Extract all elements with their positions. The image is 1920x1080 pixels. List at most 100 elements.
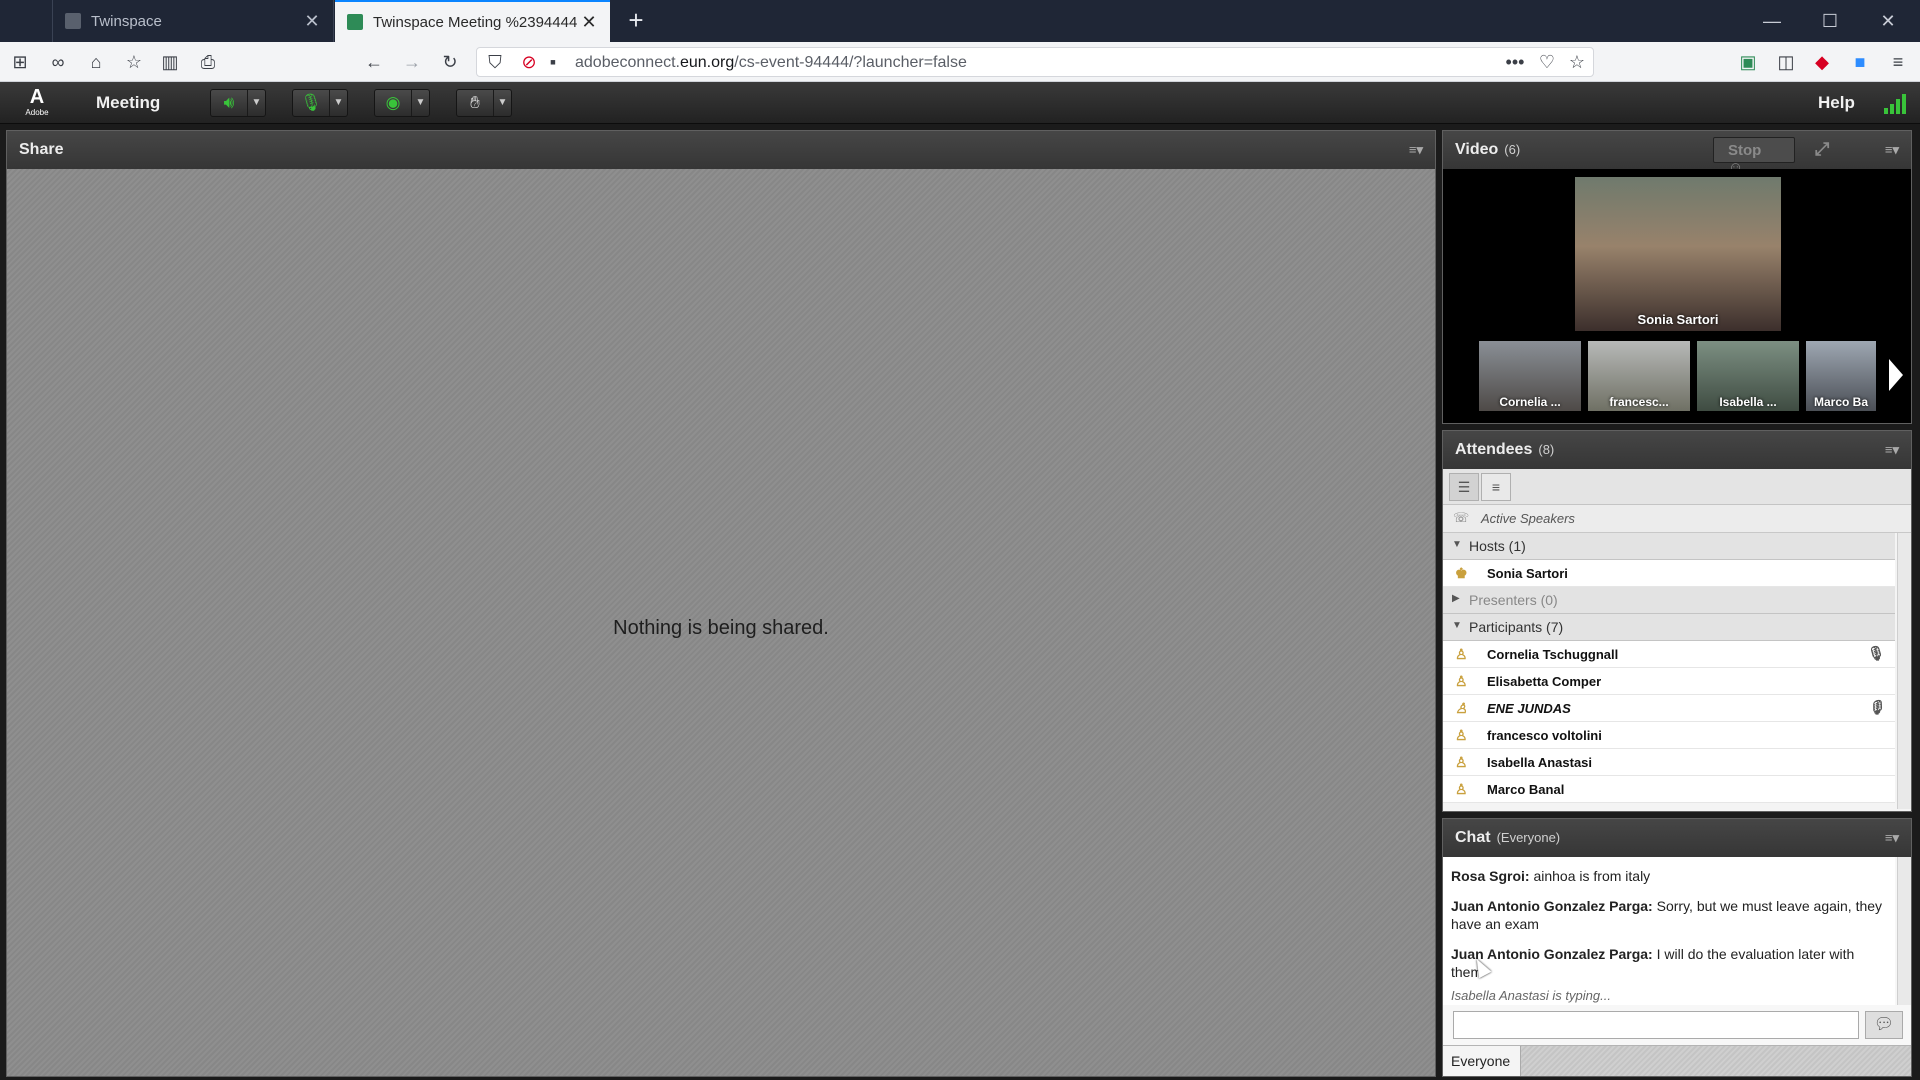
video-thumbnail[interactable]: Marco Ba [1806, 341, 1876, 411]
share-pod: Share ≡▾ Nothing is being shared. [6, 130, 1436, 1077]
star-icon[interactable]: ☆ [1565, 50, 1589, 74]
next-videos-arrow-icon[interactable] [1889, 359, 1903, 391]
expanded-triangle-icon: ▼ [1452, 539, 1462, 550]
blocked-icon[interactable]: ⊘ [517, 50, 541, 74]
lock-icon[interactable]: ▪ [541, 50, 565, 74]
attendee-count: (8) [1538, 442, 1555, 457]
attendee-list: ▼ Hosts (1) ♚ Sonia Sartori ▶ Presenters (0… [1443, 533, 1895, 803]
pod-menu-icon[interactable]: ≡▾ [1409, 142, 1423, 158]
collapsed-triangle-icon: ▶ [1452, 593, 1460, 604]
home-icon[interactable]: ⌂ [84, 50, 108, 74]
attendee-row[interactable]: ♙ Marco Banal [1443, 776, 1895, 803]
help-menu[interactable]: Help [1818, 93, 1855, 113]
attendee-row[interactable]: ♚ Sonia Sartori [1443, 560, 1895, 587]
window-close-icon[interactable]: ✕ [1860, 0, 1916, 42]
back-icon[interactable]: ← [362, 50, 386, 74]
chevron-down-icon[interactable]: ▼ [411, 90, 429, 116]
more-icon[interactable]: ••• [1503, 50, 1527, 74]
maximize-icon[interactable]: ☐ [1802, 0, 1858, 42]
tab-everyone[interactable]: Everyone [1443, 1046, 1521, 1076]
fullscreen-icon[interactable]: ⤢ [1815, 139, 1829, 160]
phone-icon: ☏ [1453, 510, 1470, 525]
category-participants[interactable]: ▼ Participants (7) [1443, 614, 1895, 641]
pod-title: Attendees [1455, 441, 1533, 458]
attendee-row[interactable]: ♙ ENE JUNDAS 🎙︎ [1443, 695, 1895, 722]
video-pod: Video (6) Stop ☺ ⤢ ≡▾ Sonia Sartori Corne… [1442, 130, 1912, 424]
chat-message: Juan Antonio Gonzalez Parga: Sorry, but … [1451, 898, 1883, 932]
microphone-button[interactable]: 🎙︎ ▼ [292, 89, 348, 117]
pod-menu-icon[interactable]: ≡▾ [1885, 142, 1899, 158]
reload-icon[interactable]: ↻ [438, 50, 462, 74]
meeting-menu[interactable]: Meeting [96, 93, 160, 113]
grouped-view-icon[interactable]: ≡ [1481, 473, 1511, 501]
microphone-icon: 🎙︎ [300, 93, 322, 112]
video-thumbnail[interactable]: francesc... [1588, 341, 1690, 411]
new-tab-button[interactable]: + [622, 6, 650, 34]
hamburger-menu-icon[interactable]: ≡ [1886, 50, 1910, 74]
attendee-row[interactable]: ♙ Elisabetta Comper [1443, 668, 1895, 695]
main-video-feed[interactable]: Sonia Sartori [1575, 177, 1781, 331]
video-thumbnail[interactable]: Isabella ... [1697, 341, 1799, 411]
attendee-row[interactable]: ♙ francesco voltolini [1443, 722, 1895, 749]
containers-icon[interactable]: ⊞ [8, 50, 32, 74]
microphone-icon: 🎙︎ [1867, 645, 1885, 661]
ublock-icon[interactable]: ◆ [1810, 50, 1834, 74]
chat-messages: Rosa Sgroi: ainhoa is from italy Juan An… [1443, 857, 1895, 1005]
video-name: Sonia Sartori [1637, 312, 1719, 327]
attendee-row[interactable]: ♙ Isabella Anastasi [1443, 749, 1895, 776]
microphone-icon: 🎙︎ [1867, 699, 1885, 715]
minimize-icon[interactable]: — [1744, 0, 1800, 42]
chat-tabs: Everyone [1443, 1045, 1911, 1076]
webcam-button[interactable]: ◉ ▼ [374, 89, 430, 117]
speaker-button[interactable]: 🔊︎ ▼ [210, 89, 266, 117]
list-view-icon[interactable]: ☰ [1449, 473, 1479, 501]
category-hosts[interactable]: ▼ Hosts (1) [1443, 533, 1895, 560]
pod-menu-icon[interactable]: ≡▾ [1885, 442, 1899, 458]
close-tab-icon[interactable]: ✕ [578, 12, 600, 33]
participant-icon: ♙ [1455, 754, 1468, 770]
video-area: Sonia Sartori Cornelia ... francesc... I… [1443, 169, 1911, 423]
send-message-icon[interactable]: 💬︎ [1865, 1011, 1903, 1039]
participant-icon: ♙ [1455, 781, 1468, 797]
chat-input[interactable] [1453, 1011, 1859, 1039]
chat-message: Juan Antonio Gonzalez Parga: I will do t… [1451, 946, 1855, 980]
sidebar-icon[interactable]: ◫ [1774, 50, 1798, 74]
attendees-scrollbar[interactable] [1897, 533, 1911, 809]
close-tab-icon[interactable]: ✕ [301, 11, 323, 32]
category-presenters[interactable]: ▶ Presenters (0) [1443, 587, 1895, 614]
adobe-logo: A Adobe [25, 86, 49, 117]
tab-twinspace-meeting[interactable]: Twinspace Meeting %2394444 ✕ [335, 0, 610, 42]
forward-icon[interactable]: → [400, 50, 424, 74]
share-empty-message: Nothing is being shared. [613, 617, 829, 639]
attendees-pod-header: Attendees (8) ≡▾ [1443, 431, 1911, 469]
favicon-icon [65, 13, 81, 29]
chevron-down-icon[interactable]: ▼ [247, 90, 265, 116]
raise-hand-icon: ✋︎ [470, 93, 480, 112]
attendees-pod: Attendees (8) ≡▾ ☰ ≡ ☏ Active Speakers ▼ H… [1442, 430, 1912, 812]
video-thumbnail[interactable]: Cornelia ... [1479, 341, 1581, 411]
attendee-row[interactable]: ♙ Cornelia Tschuggnall 🎙︎ [1443, 641, 1895, 668]
print-icon[interactable]: ⎙ [196, 50, 220, 74]
tab-twinspace[interactable]: Twinspace ✕ [52, 0, 334, 42]
bookmark-star-icon[interactable]: ☆ [122, 50, 146, 74]
zoom-extension-icon[interactable]: ■ [1848, 50, 1872, 74]
stop-webcam-button[interactable]: Stop ☺ [1713, 137, 1795, 176]
chat-scrollbar[interactable] [1897, 857, 1911, 1005]
chevron-down-icon[interactable]: ▼ [493, 90, 511, 116]
address-bar[interactable]: ⛉ ⊘ ▪ adobeconnect.eun.org/cs-event-9444… [476, 47, 1594, 77]
pod-title: Share [19, 141, 64, 158]
participant-icon: ♙ [1455, 727, 1468, 743]
expanded-triangle-icon: ▼ [1452, 620, 1462, 631]
pod-menu-icon[interactable]: ≡▾ [1885, 830, 1899, 846]
status-button[interactable]: ✋︎ ▼ [456, 89, 512, 117]
library-icon[interactable]: ▥ [158, 50, 182, 74]
typing-indicator: Isabella Anastasi is typing... [1451, 988, 1611, 1003]
chat-scope: (Everyone) [1496, 830, 1561, 845]
private-mask-icon[interactable]: ∞ [46, 50, 70, 74]
connection-signal-icon [1884, 94, 1906, 114]
chevron-down-icon[interactable]: ▼ [329, 90, 347, 116]
url-text: adobeconnect.eun.org/cs-event-94444/?lau… [575, 54, 967, 71]
extension-icon[interactable]: ▣ [1736, 50, 1760, 74]
shield-icon[interactable]: ⛉ [483, 50, 507, 74]
pocket-icon[interactable]: ♡ [1535, 50, 1559, 74]
